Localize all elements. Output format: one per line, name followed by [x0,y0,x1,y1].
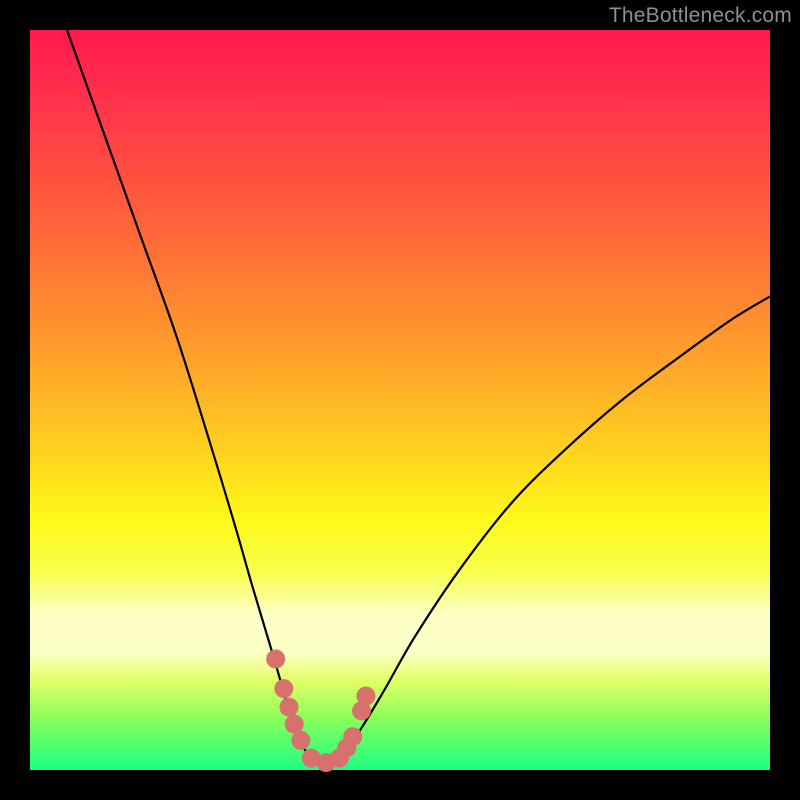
marker-dot [291,731,310,750]
marker-dot [356,687,375,706]
bottleneck-curve [67,30,770,763]
watermark-text: TheBottleneck.com [609,4,792,28]
marker-dot [343,727,362,746]
marker-dot [274,679,293,698]
marker-dot [285,715,304,734]
marker-dot [266,650,285,669]
plot-area [30,30,770,770]
curve-layer [30,30,770,770]
chart-frame: TheBottleneck.com [0,0,800,800]
marker-dot [280,698,299,717]
marker-group [266,650,375,773]
